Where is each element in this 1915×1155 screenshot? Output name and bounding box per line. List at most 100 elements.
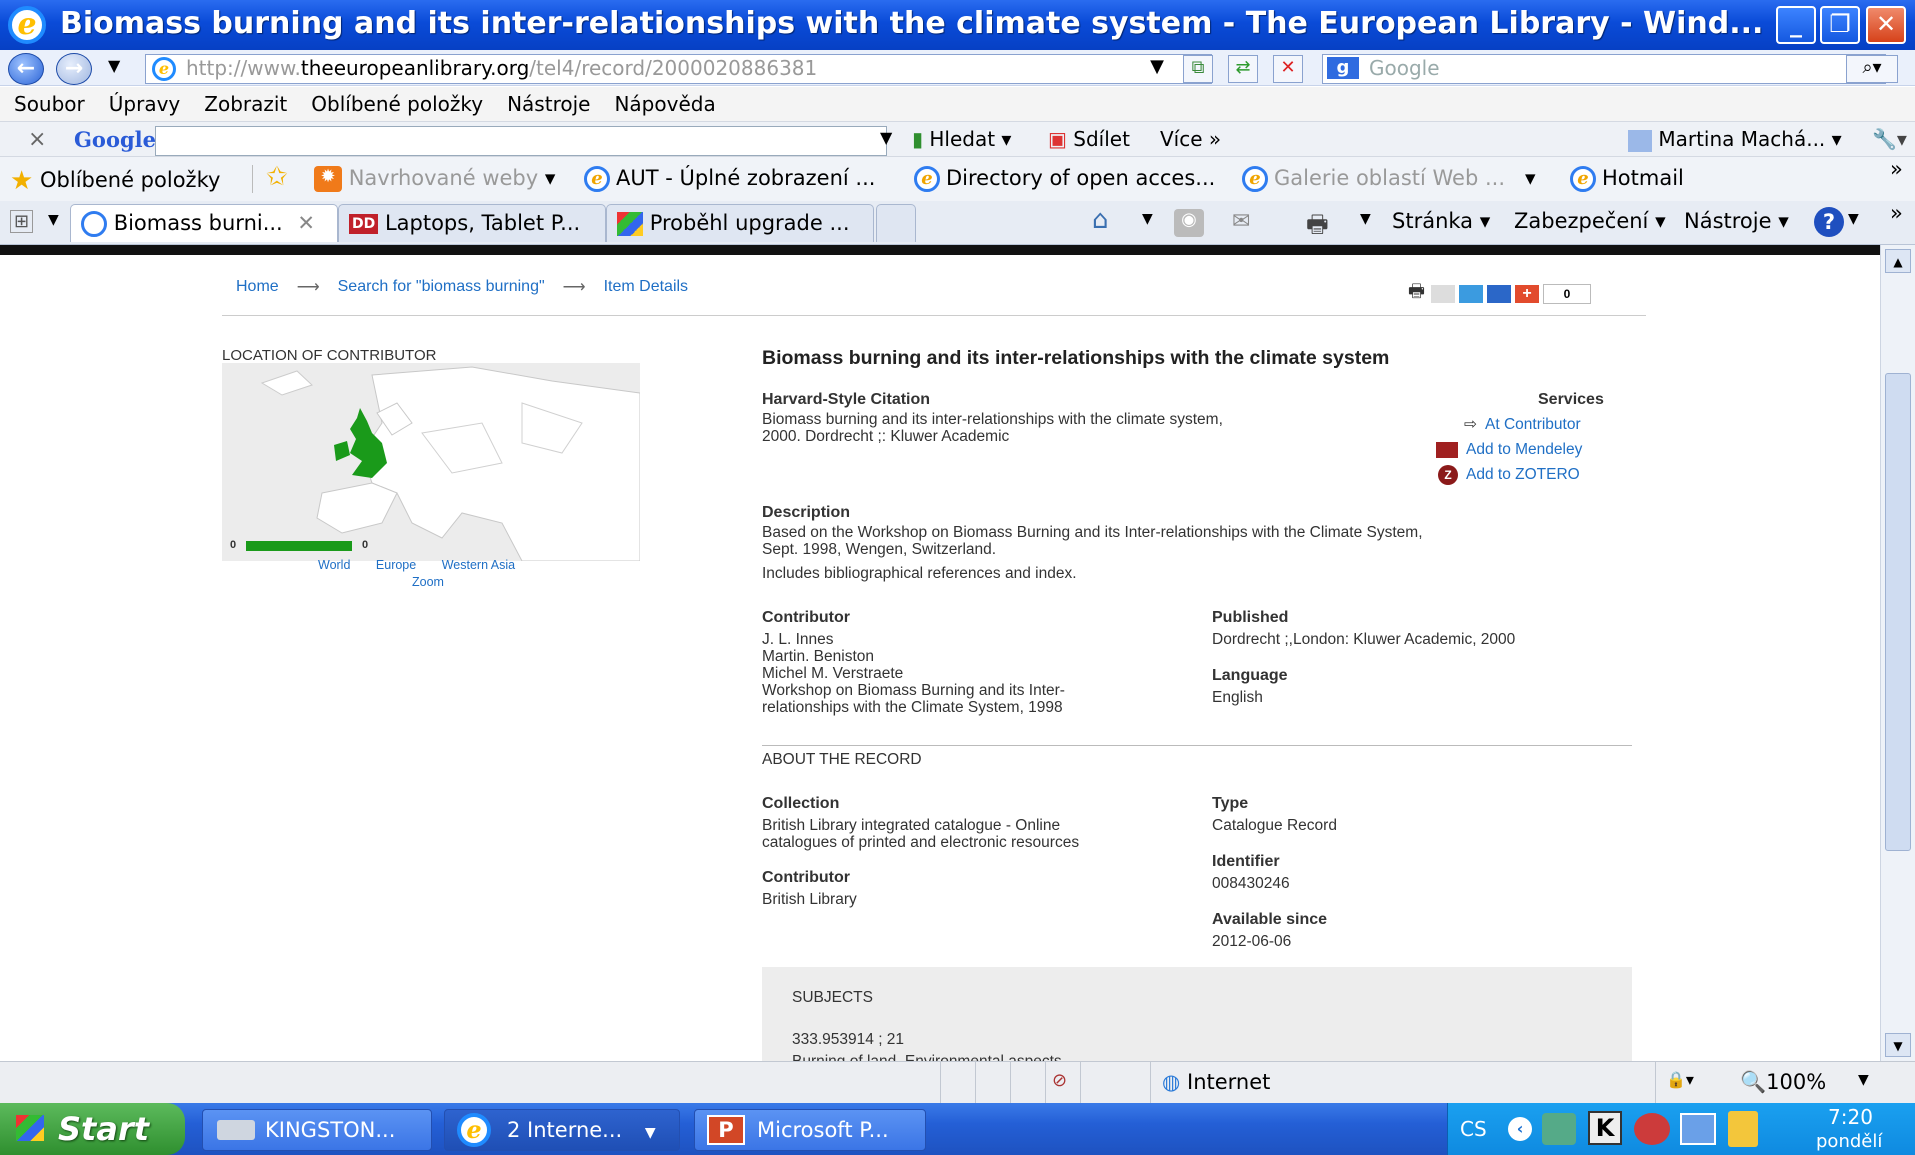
fav-web-slice-gallery[interactable]: e Galerie oblastí Web ... ▾ xyxy=(1242,166,1536,192)
refresh-icon[interactable]: ⇄ xyxy=(1228,55,1258,83)
privacy-icon[interactable]: ⊘ xyxy=(1052,1070,1067,1091)
taskbar-internet-explorer[interactable]: e 2 Interne... ▼ xyxy=(444,1109,680,1151)
service-add-mendeley[interactable]: Add to Mendeley xyxy=(1436,441,1582,459)
k-app-tray-icon[interactable]: K xyxy=(1588,1111,1622,1145)
map-link-europe[interactable]: Europe xyxy=(376,558,416,572)
tab-close-icon[interactable]: ✕ xyxy=(297,211,315,235)
map-link-western-asia[interactable]: Western Asia xyxy=(442,558,515,572)
map-zoom-link[interactable]: Zoom xyxy=(412,575,444,589)
quick-tabs-icon[interactable]: ⊞ xyxy=(10,210,34,233)
google-account-button[interactable]: Martina Machá... ▾ xyxy=(1628,127,1842,152)
menu-edit[interactable]: Úpravy xyxy=(109,92,180,116)
tab-upgrade[interactable]: Proběhl upgrade ... xyxy=(606,204,874,242)
taskbar-kingston[interactable]: KINGSTON... xyxy=(202,1109,432,1151)
about-contributor-link[interactable]: British Library xyxy=(762,891,857,908)
breadcrumb-home[interactable]: Home xyxy=(236,278,279,296)
display-tray-icon[interactable] xyxy=(1680,1113,1716,1145)
google-search-button[interactable]: ▮ Hledat ▾ xyxy=(912,127,1011,151)
command-overflow-icon[interactable]: » xyxy=(1890,201,1903,225)
bookmark-share-icon[interactable] xyxy=(1487,285,1511,303)
menu-file[interactable]: Soubor xyxy=(14,92,85,116)
tab-list-dropdown-icon[interactable]: ▼ xyxy=(48,212,59,228)
rss-feed-icon[interactable]: ◉ xyxy=(1174,209,1204,237)
collection-link-line-1[interactable]: British Library integrated catalogue - O… xyxy=(762,817,1060,834)
scroll-up-icon[interactable]: ▲ xyxy=(1885,249,1911,273)
home-icon[interactable]: ⌂ xyxy=(1092,205,1109,235)
wrench-icon[interactable]: 🔧▾ xyxy=(1872,127,1907,151)
google-search-dropdown-icon[interactable]: ▼ xyxy=(880,128,892,147)
search-button-icon[interactable]: ⌕▾ xyxy=(1846,55,1898,83)
tools-menu-button[interactable]: Nástroje ▾ xyxy=(1684,209,1789,233)
google-share-button[interactable]: ▣ Sdílet xyxy=(1048,127,1130,151)
add-favorite-star-icon[interactable]: ✩ xyxy=(266,162,288,192)
map-link-world[interactable]: World xyxy=(318,558,350,572)
new-tab-button[interactable] xyxy=(876,204,916,242)
language-indicator[interactable]: CS xyxy=(1460,1117,1487,1141)
menu-tools[interactable]: Nástroje xyxy=(507,92,590,116)
close-button[interactable]: ✕ xyxy=(1866,6,1906,44)
breadcrumb-search[interactable]: Search for "biomass burning" xyxy=(338,278,545,296)
tray-expand-icon[interactable]: ‹ xyxy=(1508,1117,1532,1141)
print-dropdown-icon[interactable]: ▼ xyxy=(1360,211,1371,227)
back-button[interactable]: ← xyxy=(8,53,44,85)
taskbar-powerpoint[interactable]: P Microsoft P... xyxy=(694,1109,926,1151)
available-since-value: 2012-06-06 xyxy=(1212,933,1292,950)
start-button[interactable]: Start xyxy=(0,1103,185,1155)
favorites-overflow-icon[interactable]: » xyxy=(1890,157,1903,181)
help-icon[interactable]: ? xyxy=(1814,207,1844,237)
fav-suggested-sites[interactable]: ✹ Navrhované weby ▾ xyxy=(314,166,555,192)
google-toolbar-search-input[interactable] xyxy=(155,126,887,156)
address-input[interactable]: e http://www.theeuropeanlibrary.org/tel4… xyxy=(145,54,1212,84)
restore-button[interactable]: ❐ xyxy=(1820,6,1860,44)
menu-help[interactable]: Nápověda xyxy=(614,92,715,116)
email-share-icon[interactable] xyxy=(1431,285,1455,303)
addthis-plus-icon[interactable]: + xyxy=(1515,285,1539,303)
scroll-down-icon[interactable]: ▼ xyxy=(1885,1033,1911,1057)
print-icon[interactable]: 🖶 xyxy=(1306,207,1329,248)
help-dropdown-icon[interactable]: ▼ xyxy=(1848,211,1859,227)
google-toolbar-close-icon[interactable]: × xyxy=(28,127,46,152)
home-dropdown-icon[interactable]: ▼ xyxy=(1142,211,1153,227)
subject-link-1[interactable]: 333.953914 ; 21 xyxy=(792,1031,904,1048)
window-title-bar[interactable]: e Biomass burning and its inter-relation… xyxy=(0,0,1915,50)
mail-icon[interactable]: ✉ xyxy=(1232,209,1250,234)
vertical-scrollbar[interactable]: ▲ ▼ xyxy=(1880,245,1915,1061)
service-at-contributor[interactable]: ⇨ At Contributor xyxy=(1464,415,1581,434)
tab-laptops[interactable]: DD Laptops, Tablet P... xyxy=(338,204,606,242)
zoom-dropdown-icon[interactable]: ▼ xyxy=(1858,1072,1869,1088)
identifier-link[interactable]: 008430246 xyxy=(1212,875,1290,892)
page-menu-button[interactable]: Stránka ▾ xyxy=(1392,209,1490,233)
history-dropdown-icon[interactable]: ▼ xyxy=(108,56,120,75)
minimize-button[interactable]: _ xyxy=(1776,6,1816,44)
subject-link-2[interactable]: Burning of land, Environmental aspects. xyxy=(792,1053,1066,1061)
google-more-button[interactable]: Více » xyxy=(1160,127,1221,151)
menu-view[interactable]: Zobrazit xyxy=(204,92,287,116)
menu-favorites[interactable]: Oblíbené položky xyxy=(311,92,483,116)
scroll-thumb[interactable] xyxy=(1885,373,1911,851)
stop-icon[interactable]: ✕ xyxy=(1273,55,1303,83)
description-label: Description xyxy=(762,504,851,521)
security-tray-icon[interactable] xyxy=(1634,1113,1670,1145)
service-add-zotero[interactable]: Z Add to ZOTERO xyxy=(1438,465,1580,485)
fav-aut-link[interactable]: e AUT - Úplné zobrazení ... xyxy=(584,166,875,192)
security-menu-button[interactable]: Zabezpečení ▾ xyxy=(1514,209,1666,233)
twitter-share-icon[interactable] xyxy=(1459,285,1483,303)
fav-directory-link[interactable]: e Directory of open acces... xyxy=(914,166,1215,192)
network-tray-icon[interactable] xyxy=(1542,1113,1576,1145)
folder-tray-icon[interactable] xyxy=(1728,1111,1758,1147)
favorites-button[interactable]: ★ Oblíbené položky xyxy=(10,166,220,196)
protected-mode-icon[interactable]: 🔒▾ xyxy=(1666,1070,1694,1089)
breadcrumb-item-details[interactable]: Item Details xyxy=(604,278,688,296)
forward-button[interactable]: → xyxy=(56,53,92,85)
collection-link-line-2[interactable]: catalogues of printed and electronic res… xyxy=(762,834,1079,851)
fav-hotmail[interactable]: e Hotmail xyxy=(1570,166,1684,192)
contributor-location-map[interactable] xyxy=(222,363,641,562)
print-page-icon[interactable]: 🖶 xyxy=(1408,279,1425,309)
compatibility-view-icon[interactable]: ⧉ xyxy=(1183,55,1213,83)
zoom-level[interactable]: 🔍100% xyxy=(1740,1070,1826,1095)
tab-biomass[interactable]: Biomass burni... ✕ xyxy=(70,204,338,242)
web-search-input[interactable]: g Google xyxy=(1322,54,1886,84)
security-zone[interactable]: ◍ Internet xyxy=(1162,1070,1270,1094)
address-dropdown-icon[interactable]: ▼ xyxy=(1143,55,1171,81)
clock-time[interactable]: 7:20 xyxy=(1828,1105,1873,1129)
